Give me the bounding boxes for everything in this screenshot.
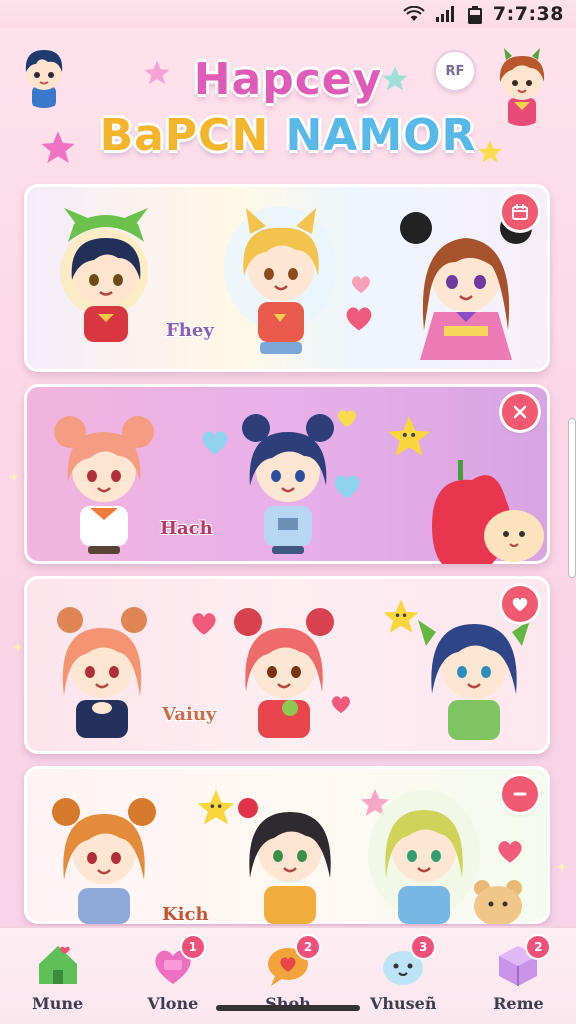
card-label: Vaiuy: [162, 704, 217, 725]
heart-icon: [202, 431, 228, 455]
signal-icon: [435, 6, 457, 22]
home-indicator[interactable]: [216, 1005, 360, 1011]
card-label: Hach: [160, 518, 213, 539]
character-navy-bun-girl: [242, 414, 334, 554]
clock: 7:7:38: [492, 3, 564, 25]
remove-button[interactable]: [502, 776, 538, 812]
status-bar: 7:7:38: [0, 0, 576, 28]
sparkle-icon: ✦: [8, 470, 20, 486]
star-icon: [380, 64, 410, 98]
wifi-icon: [403, 6, 425, 22]
notification-badge: 1: [181, 936, 204, 958]
character-blonde-girl: [368, 790, 480, 924]
heart-icon: [192, 613, 216, 635]
character-peach-bun-girl: [54, 416, 154, 554]
calendar-icon: [512, 204, 528, 220]
speech-heart-icon: 2: [265, 936, 319, 988]
heart-icon: [337, 410, 357, 428]
star-icon: [142, 58, 172, 92]
heart-icon: [498, 841, 522, 863]
sparkle-icon: ✦: [556, 860, 568, 876]
nav-label: Vlone: [147, 994, 199, 1013]
smiling-star-icon: [388, 416, 430, 456]
favorite-button[interactable]: [502, 586, 538, 622]
sticker-card[interactable]: Vaiuy: [24, 576, 550, 754]
card-label: Fhey: [166, 320, 214, 341]
nav-label: Vhuseñ: [369, 994, 437, 1013]
heart-icon: [351, 276, 371, 294]
blob-face-icon: 3: [380, 936, 435, 988]
subtitle-word-1: BaPCN: [99, 110, 270, 161]
sparkle-icon: ✦: [12, 640, 24, 656]
close-icon: [513, 405, 527, 419]
nav-item-friends[interactable]: 3 Vhuseñ: [346, 928, 461, 1024]
heart-gift-icon: 1: [150, 936, 204, 988]
heart-icon: [334, 475, 360, 499]
friend-avatar[interactable]: [486, 42, 558, 126]
heart-icon: [512, 597, 528, 612]
header: Hapcey BaPCN NAMOR RF: [0, 30, 576, 180]
character-strawberry-creature: [432, 460, 544, 564]
star-icon: [476, 138, 504, 170]
character-peach-hair-girl: [57, 607, 147, 738]
nav-item-home[interactable]: Mune: [0, 928, 115, 1024]
sticker-card[interactable]: Fhey: [24, 184, 550, 372]
nav-label: Mune: [32, 994, 84, 1013]
sticker-card[interactable]: Kich: [24, 766, 550, 924]
battery-icon: [467, 6, 483, 24]
nav-item-favorites[interactable]: 1 Vlone: [115, 928, 230, 1024]
notification-badge: 2: [297, 936, 319, 958]
subtitle-word-2: NAMOR: [285, 110, 477, 161]
card-label: Kich: [162, 904, 209, 924]
heart-icon: [346, 307, 372, 331]
character-black-hair-star-girl: [238, 798, 331, 924]
calendar-button[interactable]: [502, 194, 538, 230]
star-icon: [38, 128, 78, 172]
bear-icon: [474, 880, 522, 924]
minus-icon: [513, 792, 527, 796]
character-blonde-cat-ears: [224, 206, 336, 354]
close-button[interactable]: [502, 394, 538, 430]
heart-icon: [331, 696, 351, 714]
character-red-bun-girl: [234, 608, 334, 738]
cube-icon: 2: [495, 936, 550, 988]
character-orange-hair-girl: [52, 798, 156, 924]
nav-item-more[interactable]: 2 Reme: [461, 928, 576, 1024]
profile-badge-button[interactable]: RF: [434, 50, 476, 92]
character-boy-green-hat: [60, 208, 148, 342]
nav-label: Reme: [493, 994, 544, 1013]
sticker-card[interactable]: Hach: [24, 384, 550, 564]
house-icon: [35, 942, 81, 988]
scrollbar[interactable]: [568, 418, 576, 578]
notification-badge: 3: [412, 936, 435, 958]
notification-badge: 2: [527, 936, 550, 958]
